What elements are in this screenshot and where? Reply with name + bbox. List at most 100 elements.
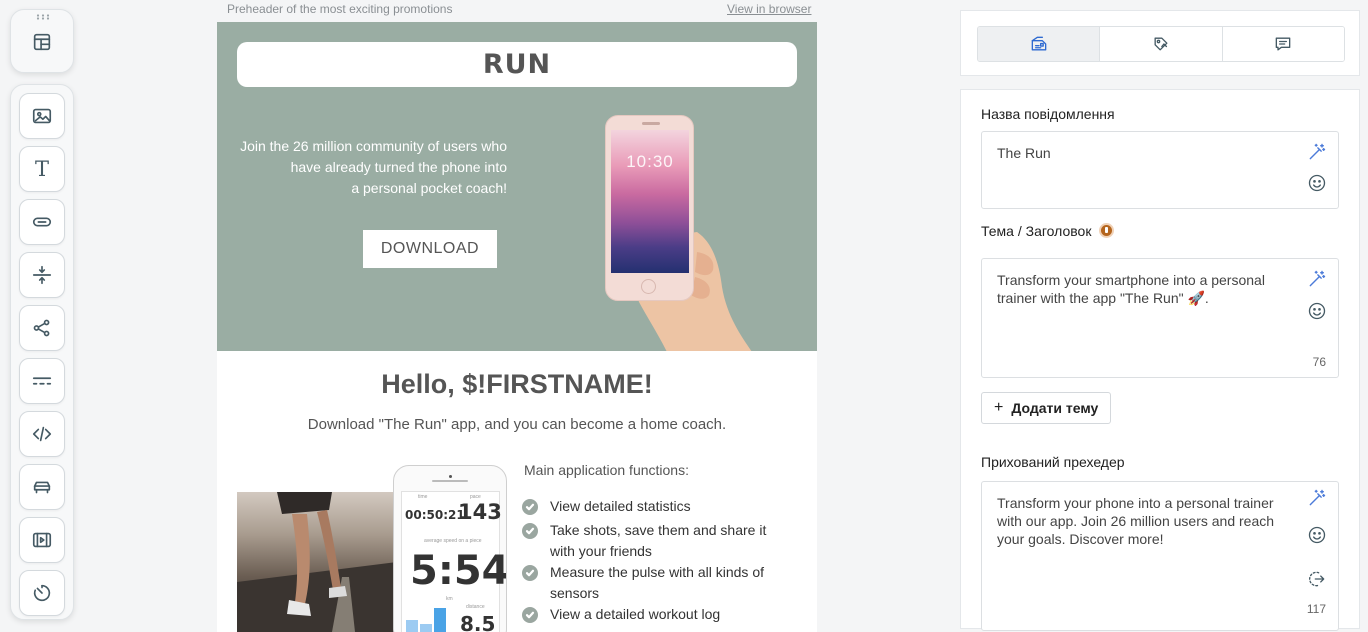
add-subject-button[interactable]: + Додати тему: [981, 392, 1111, 424]
hero-line: Join the 26 million community of users w…: [240, 138, 507, 154]
email-settings-icon: [1031, 36, 1046, 51]
subject-label: Тема / Заголовок: [981, 223, 1092, 239]
speed-label: average speed on a piece: [424, 538, 482, 544]
phone-speaker: [432, 480, 468, 482]
tab-tags[interactable]: [1100, 27, 1223, 61]
subject-value: Transform your smartphone into a persona…: [997, 272, 1265, 306]
list-item: Measure the pulse with all kinds of sens…: [522, 562, 782, 604]
tab-email-settings[interactable]: [978, 27, 1101, 61]
video-icon: [32, 532, 52, 548]
phone-speaker: [642, 122, 660, 125]
subject-char-count: 76: [1312, 355, 1326, 369]
brand-logo: RUN: [482, 49, 552, 80]
video-block-button[interactable]: [19, 517, 65, 563]
app-phone: time pace 00:50:21 143 average speed on …: [393, 465, 507, 632]
runner-photo[interactable]: [237, 492, 397, 632]
spacer-block-button[interactable]: [19, 252, 65, 298]
chart-bar: [420, 624, 432, 632]
chart-bar: [406, 620, 418, 632]
function-text: Measure the pulse with all kinds of sens…: [550, 564, 764, 601]
timer-block-button[interactable]: [19, 570, 65, 616]
social-block-button[interactable]: [19, 305, 65, 351]
insert-variable-icon[interactable]: [1306, 568, 1328, 590]
phone-home-button: [641, 279, 656, 294]
text-block-button[interactable]: T: [19, 146, 65, 192]
time-label: time: [418, 494, 428, 500]
functions-title: Main application functions:: [524, 462, 689, 478]
distance-value: 8.5: [460, 612, 496, 632]
time-value: 00:50:21: [405, 508, 465, 522]
text-icon: T: [34, 157, 49, 181]
hero-text: Join the 26 million community of users w…: [237, 136, 507, 199]
preheader-label: Прихований прехедер: [981, 454, 1125, 470]
phone-screen: 10:30: [611, 130, 689, 273]
list-item: Take shots, save them and share it with …: [522, 520, 782, 562]
emoji-icon[interactable]: [1306, 524, 1328, 546]
functions-list: View detailed statistics Take shots, sav…: [522, 496, 782, 625]
chart-bar: [434, 608, 446, 632]
phone-clock: 10:30: [626, 152, 674, 171]
preheader-field[interactable]: Transform your phone into a personal tra…: [981, 481, 1339, 631]
tab-comments[interactable]: [1222, 27, 1344, 61]
logo-bar: RUN: [237, 42, 797, 87]
greeting-subtitle: Download "The Run" app, and you can beco…: [307, 416, 727, 433]
image-icon: [32, 108, 52, 124]
list-item: View detailed statistics: [522, 496, 782, 517]
hero-line: a personal pocket coach!: [351, 180, 507, 196]
product-icon: [33, 481, 51, 494]
add-subject-label: Додати тему: [1011, 400, 1099, 416]
hero-banner[interactable]: RUN Join the 26 million community of use…: [217, 22, 817, 351]
check-icon: [522, 499, 538, 515]
preheader-value: Transform your phone into a personal tra…: [997, 495, 1275, 547]
message-name-field[interactable]: The Run: [981, 131, 1339, 209]
pace-value: 143: [458, 500, 502, 524]
divider-block-button[interactable]: [19, 358, 65, 404]
layout-icon: [33, 33, 51, 51]
button-block-button[interactable]: [19, 199, 65, 245]
button-icon: [32, 217, 52, 227]
function-text: View detailed statistics: [550, 498, 691, 514]
structures-panel: [10, 9, 74, 73]
plus-icon: +: [994, 399, 1004, 416]
hero-phone: 10:30: [605, 115, 694, 301]
preheader-text: Preheader of the most exciting promotion…: [227, 2, 453, 16]
content-blocks-panel: T: [10, 84, 74, 620]
layout-tool-button[interactable]: [20, 20, 64, 64]
greeting-heading: Hello, $!FIRSTNAME!: [381, 369, 653, 399]
hero-line: have already turned the phone into: [290, 159, 507, 175]
subject-label-row: Тема / Заголовок: [981, 223, 1115, 239]
warning-icon[interactable]: [1099, 223, 1115, 238]
email-preview: RUN Join the 26 million community of use…: [217, 22, 817, 632]
emoji-icon[interactable]: [1306, 300, 1328, 322]
phone-camera: [449, 475, 452, 478]
product-block-button[interactable]: [19, 464, 65, 510]
download-button[interactable]: DOWNLOAD: [363, 230, 497, 268]
check-icon: [522, 565, 538, 581]
subject-field[interactable]: Transform your smartphone into a persona…: [981, 258, 1339, 378]
app-stats-screen: time pace 00:50:21 143 average speed on …: [401, 491, 506, 632]
tag-icon: [1154, 37, 1168, 51]
magic-wand-icon[interactable]: [1306, 141, 1328, 163]
settings-tabs-card: [960, 10, 1360, 76]
comment-icon: [1275, 37, 1291, 51]
distance-label: distance: [466, 604, 485, 610]
magic-wand-icon[interactable]: [1306, 487, 1328, 509]
list-item: View a detailed workout log: [522, 604, 782, 625]
message-name-value: The Run: [997, 145, 1051, 161]
divider-icon: [32, 377, 52, 385]
check-icon: [522, 523, 538, 539]
settings-tabs: [977, 26, 1345, 62]
emoji-icon[interactable]: [1306, 172, 1328, 194]
timer-icon: [33, 584, 51, 602]
message-settings-form: Назва повідомлення The Run Тема / Заголо…: [960, 89, 1360, 631]
function-text: View a detailed workout log: [550, 606, 721, 622]
runner-legs-illustration: [237, 492, 397, 632]
share-icon: [33, 319, 50, 337]
view-in-browser-link[interactable]: View in browser: [727, 2, 811, 16]
image-block-button[interactable]: [19, 93, 65, 139]
unit-label: km: [446, 596, 453, 602]
message-name-label: Назва повідомлення: [981, 106, 1115, 122]
speed-value: 5:54: [410, 548, 507, 594]
html-block-button[interactable]: [19, 411, 65, 457]
magic-wand-icon[interactable]: [1306, 268, 1328, 290]
